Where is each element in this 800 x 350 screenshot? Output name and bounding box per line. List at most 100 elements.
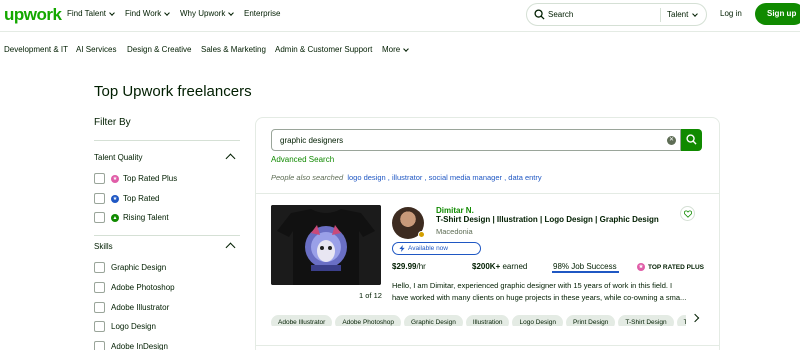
checkbox[interactable] <box>94 341 105 350</box>
filter-option-top-rated-plus[interactable]: ★ Top Rated Plus <box>94 173 177 184</box>
top-rated-plus-icon: ★ <box>111 174 119 183</box>
availability-badge: Available now <box>392 242 481 255</box>
page-title: Top Upwork freelancers <box>94 83 252 100</box>
freelancer-name[interactable]: Dimitar N. <box>436 206 474 215</box>
filter-option-label: Adobe Illustrator <box>111 303 170 312</box>
results-divider <box>256 345 719 346</box>
skill-chip[interactable]: Adobe Illustrator <box>271 315 333 326</box>
category-design-creative[interactable]: Design & Creative <box>127 45 191 54</box>
availability-text: Available now <box>408 245 448 252</box>
filter-option-label: Top Rated Plus <box>123 174 178 183</box>
checkbox[interactable] <box>94 262 105 273</box>
save-freelancer-button[interactable] <box>680 206 695 221</box>
collapse-talent-quality-icon[interactable] <box>225 153 236 164</box>
category-more[interactable]: More <box>382 45 410 54</box>
search-scope-label: Talent <box>667 10 689 19</box>
skill-chip[interactable]: Graphic Design <box>404 315 463 326</box>
freelancer-description: Hello, I am Dimitar, experienced graphic… <box>392 280 704 304</box>
also-searched: People also searched logo design , illus… <box>271 173 542 182</box>
filter-option-label: Logo Design <box>111 322 156 331</box>
checkbox[interactable] <box>94 212 105 223</box>
also-searched-link[interactable]: data entry <box>508 173 541 182</box>
top-rated-plus-badge: ★ TOP RATED PLUS <box>637 263 704 271</box>
chevron-down-icon <box>164 9 171 16</box>
talent-search-input[interactable]: graphic designers ✕ <box>271 129 681 151</box>
checkbox[interactable] <box>94 193 105 204</box>
search-query: graphic designers <box>280 136 344 145</box>
lightning-icon <box>399 245 405 252</box>
search-scope-select[interactable]: Talent <box>667 10 699 19</box>
search-submit-button[interactable] <box>681 129 702 151</box>
nav-link-label: Why Upwork <box>180 9 226 18</box>
also-searched-link[interactable]: logo design , <box>347 173 390 182</box>
nav-find-talent[interactable]: Find Talent <box>67 9 115 18</box>
job-success-bar <box>552 271 619 273</box>
nav-link-label: Find Talent <box>67 9 106 18</box>
signup-button[interactable]: Sign up <box>755 3 800 25</box>
description-line: have worked with many clients on huge pr… <box>392 293 687 302</box>
filter-skill-logo-design[interactable]: Logo Design <box>94 321 156 332</box>
nav-find-work[interactable]: Find Work <box>125 9 171 18</box>
category-development-it[interactable]: Development & IT <box>4 45 68 54</box>
filter-skill-graphic-design[interactable]: Graphic Design <box>94 262 166 273</box>
top-rated-icon: ★ <box>111 194 119 203</box>
skill-chip[interactable]: T-Shirt Design <box>618 315 674 326</box>
freelancer-location: Macedonia <box>436 227 473 236</box>
category-sales-marketing[interactable]: Sales & Marketing <box>201 45 266 54</box>
skills-title: Skills <box>94 242 113 251</box>
portfolio-image[interactable] <box>271 205 381 285</box>
badge-label: TOP RATED PLUS <box>648 263 704 271</box>
login-link[interactable]: Log in <box>720 9 742 18</box>
skill-chip[interactable]: T <box>676 315 686 326</box>
nav-why-upwork[interactable]: Why Upwork <box>180 9 235 18</box>
also-searched-label: People also searched <box>271 173 344 182</box>
category-ai-services[interactable]: AI Services <box>76 45 116 54</box>
chevron-down-icon <box>692 10 699 17</box>
search-input[interactable]: Search <box>548 10 573 19</box>
hourly-rate: $29.99/hr <box>392 262 426 271</box>
filter-option-rising-talent[interactable]: ▲ Rising Talent <box>94 212 169 223</box>
chevron-down-icon <box>228 9 235 16</box>
talent-quality-title: Talent Quality <box>94 153 143 162</box>
chevron-down-icon <box>403 45 410 52</box>
skill-chips: Adobe Illustrator Adobe Photoshop Graphic … <box>271 311 686 326</box>
filter-option-label: Rising Talent <box>123 213 169 222</box>
portfolio-counter: 1 of 12 <box>359 291 382 300</box>
also-searched-link[interactable]: illustrator , <box>392 173 427 182</box>
filter-option-label: Adobe Photoshop <box>111 283 175 292</box>
rate-unit: /hr <box>416 262 426 271</box>
filter-option-top-rated[interactable]: ★ Top Rated <box>94 193 159 204</box>
upwork-logo[interactable]: upwork <box>4 5 62 25</box>
clear-icon[interactable]: ✕ <box>667 136 676 145</box>
filter-skill-adobe-photoshop[interactable]: Adobe Photoshop <box>94 282 175 293</box>
earned-value: $200K+ <box>472 262 501 271</box>
chevron-down-icon <box>109 9 115 16</box>
skill-chip[interactable]: Print Design <box>565 315 616 326</box>
rate-value: $29.99 <box>392 262 417 271</box>
advanced-search-link[interactable]: Advanced Search <box>271 155 334 164</box>
nav-enterprise[interactable]: Enterprise <box>244 9 280 18</box>
collapse-skills-icon[interactable] <box>225 242 236 253</box>
filter-heading: Filter By <box>94 117 131 128</box>
skill-chip[interactable]: Adobe Photoshop <box>335 315 402 326</box>
nav-link-label: Find Work <box>125 9 162 18</box>
filter-skill-adobe-indesign[interactable]: Adobe InDesign <box>94 341 168 350</box>
checkbox[interactable] <box>94 173 105 184</box>
category-admin-support[interactable]: Admin & Customer Support <box>275 45 372 54</box>
heart-icon <box>684 210 692 218</box>
skill-chip[interactable]: Illustration <box>465 315 510 326</box>
also-searched-link[interactable]: social media manager , <box>429 173 507 182</box>
rising-talent-icon: ▲ <box>111 213 119 222</box>
filter-option-label: Top Rated <box>123 194 160 203</box>
header-search-box[interactable]: Search Talent <box>526 3 707 26</box>
skill-chip[interactable]: Logo Design <box>512 315 563 326</box>
description-line: Hello, I am Dimitar, experienced graphic… <box>392 281 673 290</box>
filter-option-label: Graphic Design <box>111 263 167 272</box>
checkbox[interactable] <box>94 282 105 293</box>
filter-option-label: Adobe InDesign <box>111 342 168 350</box>
checkbox[interactable] <box>94 321 105 332</box>
freelancer-title: T-Shirt Design | Illustration | Logo Des… <box>436 215 659 224</box>
tshirt-artwork-image <box>271 205 381 285</box>
filter-skill-adobe-illustrator[interactable]: Adobe Illustrator <box>94 302 169 313</box>
checkbox[interactable] <box>94 302 105 313</box>
